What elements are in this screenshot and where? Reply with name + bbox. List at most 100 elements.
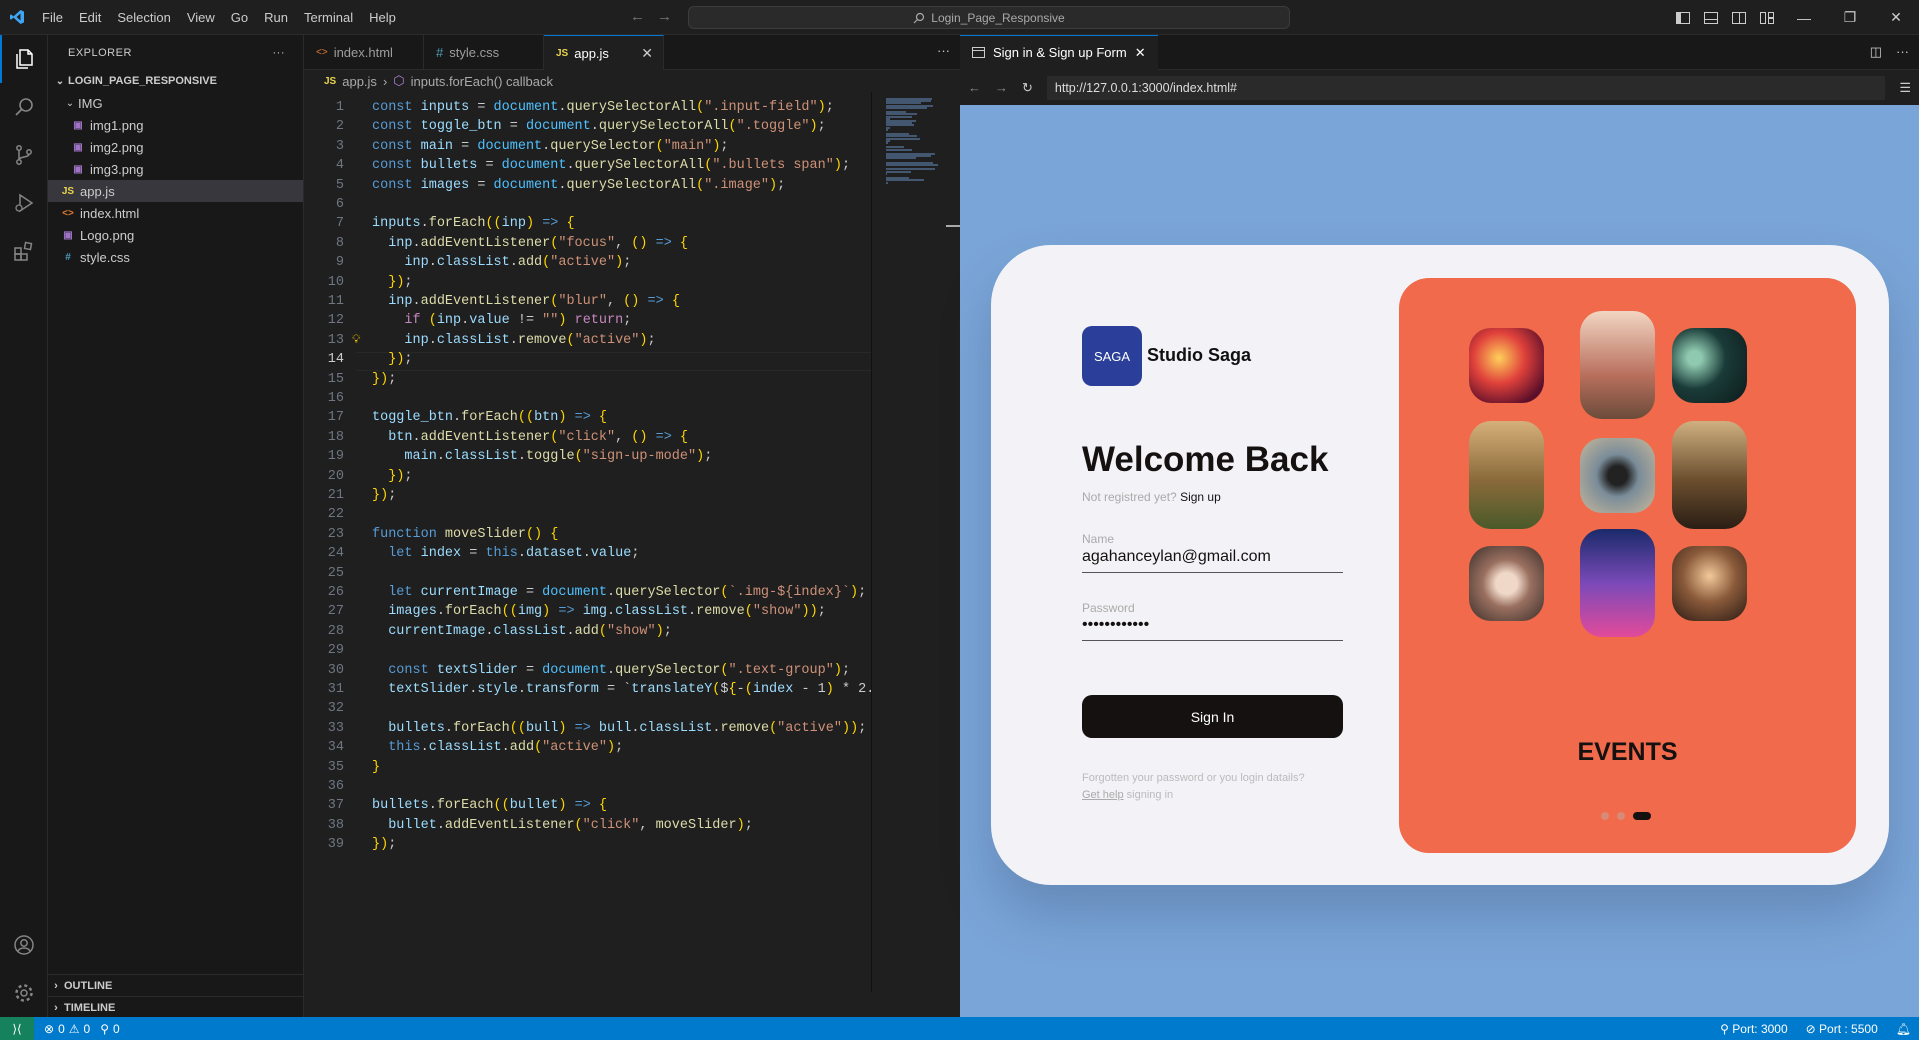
code-line[interactable]: this.classList.add("active"); <box>372 740 623 755</box>
menu-file[interactable]: File <box>34 0 71 35</box>
code-line[interactable]: inp.classList.remove("active"); <box>372 333 655 348</box>
breadcrumb-file[interactable]: app.js <box>342 74 377 89</box>
code-line[interactable]: const main = document.querySelector("mai… <box>372 139 729 154</box>
toggle-secondary-sidebar-icon[interactable] <box>1727 10 1751 26</box>
file-logo-png[interactable]: ▣ Logo.png <box>48 224 303 246</box>
settings-gear-icon[interactable] <box>0 969 48 1017</box>
signup-link[interactable]: Sign up <box>1180 490 1221 504</box>
code-line[interactable]: }); <box>372 469 412 484</box>
code-line[interactable]: const images = document.querySelectorAll… <box>372 178 785 193</box>
code-line[interactable]: bullet.addEventListener("click", moveSli… <box>372 818 753 833</box>
code-line[interactable]: toggle_btn.forEach((btn) => { <box>372 410 607 425</box>
minimize-window-icon[interactable]: — <box>1781 10 1827 26</box>
live-server-port-1[interactable]: ⚲ Port: 3000 <box>1720 1022 1788 1036</box>
code-line[interactable]: }); <box>372 275 412 290</box>
remote-icon[interactable]: ⟩⟨ <box>0 1017 34 1040</box>
code-line[interactable]: const bullets = document.querySelectorAl… <box>372 158 850 173</box>
code-line[interactable]: currentImage.classList.add("show"); <box>372 624 672 639</box>
code-line[interactable]: let currentImage = document.querySelecto… <box>372 585 866 600</box>
get-help-link[interactable]: Get help <box>1082 789 1124 801</box>
live-server-port-2[interactable]: ⊘ Port : 5500 <box>1806 1022 1878 1036</box>
menu-icon[interactable]: ☰ <box>1899 80 1911 96</box>
extensions-icon[interactable] <box>0 227 48 275</box>
menu-run[interactable]: Run <box>256 0 296 35</box>
back-arrow-icon[interactable]: ← <box>630 8 645 25</box>
search-icon[interactable] <box>0 83 48 131</box>
code-line[interactable]: function moveSlider() { <box>372 527 558 542</box>
run-debug-icon[interactable] <box>0 179 48 227</box>
code-line[interactable]: const textSlider = document.querySelecto… <box>372 663 850 678</box>
file-img1[interactable]: ▣ img1.png <box>48 114 303 136</box>
forward-arrow-icon[interactable]: → <box>995 80 1008 95</box>
name-field[interactable]: agahanceylan@gmail.com <box>1082 548 1343 573</box>
file-img3[interactable]: ▣ img3.png <box>48 158 303 180</box>
close-tab-icon[interactable]: ✕ <box>1135 45 1146 61</box>
code-line[interactable]: inputs.forEach((inp) => { <box>372 216 575 231</box>
code-line[interactable]: const inputs = document.querySelectorAll… <box>372 100 834 115</box>
code-line[interactable]: }); <box>372 352 412 367</box>
file-img2[interactable]: ▣ img2.png <box>48 136 303 158</box>
code-line[interactable]: inp.addEventListener("blur", () => { <box>372 294 680 309</box>
code-line[interactable]: bullets.forEach((bullet) => { <box>372 798 607 813</box>
tab-app-js[interactable]: JS app.js ✕ <box>544 35 664 70</box>
split-editor-icon[interactable]: ◫ <box>1870 44 1882 60</box>
account-icon[interactable] <box>0 921 48 969</box>
slider-bullet[interactable] <box>1617 812 1625 820</box>
more-actions-icon[interactable]: ··· <box>273 47 286 59</box>
password-field[interactable]: •••••••••••• <box>1082 616 1343 641</box>
reload-icon[interactable]: ↻ <box>1022 80 1033 96</box>
code-line[interactable]: if (inp.value != "") return; <box>372 313 631 328</box>
menu-selection[interactable]: Selection <box>109 0 178 35</box>
lightbulb-icon[interactable]: 💡︎ <box>352 333 360 347</box>
tab-browser-preview[interactable]: Sign in & Sign up Form ✕ <box>960 34 1158 70</box>
toggle-primary-sidebar-icon[interactable] <box>1671 10 1695 26</box>
toggle-panel-icon[interactable] <box>1699 10 1723 26</box>
notifications-bell-icon[interactable]: 🔔︎ <box>1896 1022 1911 1036</box>
code-line[interactable]: inp.classList.add("active"); <box>372 255 631 270</box>
close-window-icon[interactable]: ✕ <box>1873 9 1919 26</box>
command-center[interactable]: Login_Page_Responsive <box>688 6 1290 29</box>
file-index-html[interactable]: <> index.html <box>48 202 303 224</box>
menu-go[interactable]: Go <box>223 0 256 35</box>
code-line[interactable]: btn.addEventListener("click", () => { <box>372 430 688 445</box>
tab-style-css[interactable]: # style.css <box>424 35 544 70</box>
close-tab-icon[interactable]: ✕ <box>641 45 653 62</box>
code-line[interactable]: textSlider.style.transform = `translateY… <box>372 682 871 697</box>
menu-terminal[interactable]: Terminal <box>296 0 361 35</box>
more-actions-icon[interactable]: ··· <box>1896 44 1909 60</box>
code-line[interactable]: inp.addEventListener("focus", () => { <box>372 236 688 251</box>
more-actions-icon[interactable]: ··· <box>937 43 950 58</box>
ports-indicator[interactable]: ⚲ 0 <box>100 1022 119 1036</box>
slider-bullet-active[interactable] <box>1633 812 1651 820</box>
slider-bullet[interactable] <box>1601 812 1609 820</box>
file-style-css[interactable]: # style.css <box>48 246 303 268</box>
code-line[interactable]: bullets.forEach((bull) => bull.classList… <box>372 721 866 736</box>
code-line[interactable]: let index = this.dataset.value; <box>372 546 639 561</box>
url-input[interactable]: http://127.0.0.1:3000/index.html# <box>1046 75 1886 100</box>
code-line[interactable]: images.forEach((img) => img.classList.re… <box>372 604 826 619</box>
source-control-icon[interactable] <box>0 131 48 179</box>
code-line[interactable]: const toggle_btn = document.querySelecto… <box>372 119 826 134</box>
sign-in-button[interactable]: Sign In <box>1082 695 1343 738</box>
code-line[interactable]: }); <box>372 488 396 503</box>
breadcrumb-symbol[interactable]: inputs.forEach() callback <box>411 74 553 89</box>
code-line[interactable]: main.classList.toggle("sign-up-mode"); <box>372 449 712 464</box>
problems-indicator[interactable]: ⊗ 0 ⚠ 0 <box>44 1022 90 1036</box>
explorer-icon[interactable] <box>0 35 48 83</box>
code-line[interactable]: } <box>372 760 380 775</box>
customize-layout-icon[interactable] <box>1755 10 1779 26</box>
scrollbar[interactable] <box>946 225 960 227</box>
menu-help[interactable]: Help <box>361 0 404 35</box>
code-area[interactable]: 1 const inputs = document.querySelectorAl… <box>304 92 871 982</box>
menu-view[interactable]: View <box>179 0 223 35</box>
code-line[interactable]: }); <box>372 372 396 387</box>
back-arrow-icon[interactable]: ← <box>968 80 981 95</box>
menu-edit[interactable]: Edit <box>71 0 109 35</box>
minimap[interactable] <box>871 92 951 992</box>
folder-img[interactable]: ⌄ IMG <box>48 92 303 114</box>
tab-index-html[interactable]: <> index.html <box>304 35 424 70</box>
forward-arrow-icon[interactable]: → <box>657 8 672 25</box>
code-line[interactable]: }); <box>372 837 396 852</box>
restore-window-icon[interactable]: ❐ <box>1827 9 1873 26</box>
project-root[interactable]: ⌄ LOGIN_PAGE_RESPONSIVE <box>48 70 303 92</box>
